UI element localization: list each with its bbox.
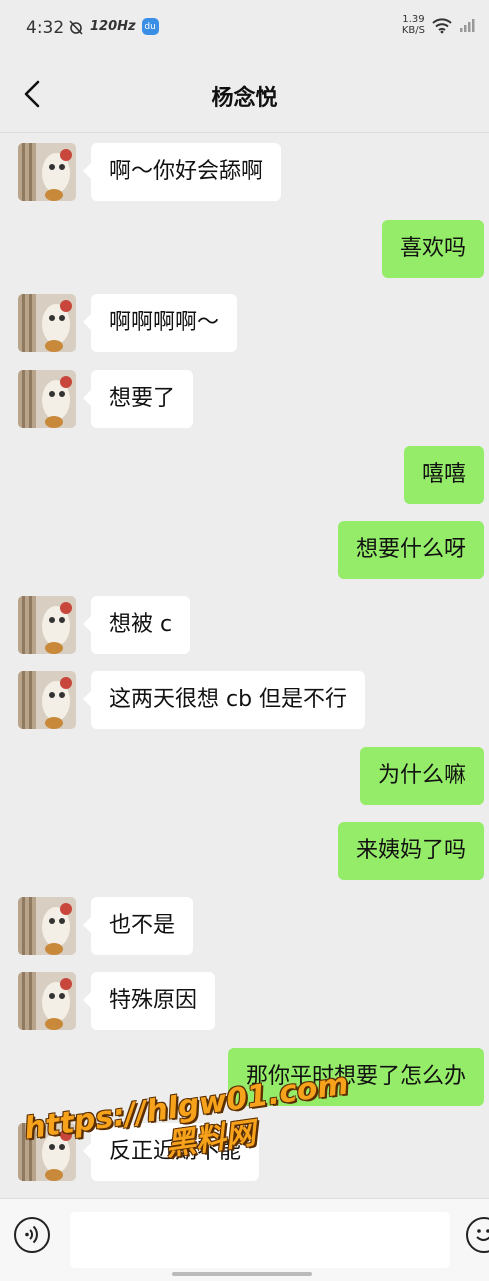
contact-avatar[interactable] [18, 294, 76, 352]
voice-icon [25, 1225, 38, 1244]
du-app-icon: du [141, 18, 159, 35]
message-sent: 嘻嘻 [403, 446, 484, 504]
message-sent: 那你平时想要了怎么办 [227, 1048, 484, 1106]
message-received: 啊啊啊啊～ [18, 294, 238, 352]
message-bubble[interactable]: 啊啊啊啊～ [82, 294, 238, 352]
contact-avatar[interactable] [18, 897, 76, 955]
contact-avatar[interactable] [18, 596, 76, 654]
message-sent: 喜欢吗 [381, 220, 484, 278]
message-sent: 想要什么呀 [337, 521, 484, 579]
network-speed: 1.39 KB/S [402, 14, 425, 36]
message-bubble[interactable]: 来姨妈了吗 [337, 822, 484, 880]
status-icons-left: 120Hz du [68, 18, 159, 35]
signal-icon [460, 19, 475, 32]
message-bubble[interactable]: 那你平时想要了怎么办 [227, 1048, 484, 1106]
message-bubble[interactable]: 也不是 [82, 897, 194, 955]
input-bar [0, 1198, 489, 1281]
message-received: 也不是 [18, 897, 194, 955]
network-speed-unit: KB/S [401, 25, 425, 36]
message-bubble[interactable]: 嘻嘻 [403, 446, 484, 504]
alarm-off-icon [69, 19, 83, 35]
message-received: 啊～你好会舔啊 [18, 143, 282, 201]
voice-input-button[interactable] [14, 1217, 50, 1253]
wifi-icon [432, 18, 452, 34]
message-bubble[interactable]: 喜欢吗 [381, 220, 484, 278]
message-bubble[interactable]: 这两天很想 cb 但是不行 [82, 671, 366, 729]
refresh-rate-badge: 120Hz [90, 19, 136, 34]
status-bar: 4:32 120Hz du 1.39 KB/S [0, 0, 489, 56]
message-bubble[interactable]: 想要了 [82, 370, 194, 428]
status-icons-right: 1.39 KB/S [402, 14, 475, 36]
message-bubble[interactable]: 想被 c [82, 596, 191, 654]
message-bubble[interactable]: 啊～你好会舔啊 [82, 143, 282, 201]
message-bubble[interactable]: 想要什么呀 [337, 521, 484, 579]
message-input[interactable] [70, 1212, 450, 1268]
message-sent: 来姨妈了吗 [337, 822, 484, 880]
contact-avatar[interactable] [18, 370, 76, 428]
home-indicator [172, 1272, 312, 1276]
message-received: 特殊原因 [18, 972, 216, 1030]
emoji-button[interactable] [466, 1217, 489, 1253]
network-speed-value: 1.39 [402, 14, 425, 25]
message-bubble[interactable]: 特殊原因 [82, 972, 216, 1030]
message-received: 反正近期不能 [18, 1123, 260, 1181]
emoji-icon [476, 1229, 489, 1241]
message-received: 想要了 [18, 370, 194, 428]
chat-header: 杨念悦 [0, 56, 489, 133]
contact-name: 杨念悦 [211, 86, 278, 111]
message-bubble[interactable]: 为什么嘛 [359, 747, 484, 805]
contact-avatar[interactable] [18, 972, 76, 1030]
message-received: 想被 c [18, 596, 191, 654]
message-sent: 为什么嘛 [359, 747, 484, 805]
contact-avatar[interactable] [18, 1123, 76, 1181]
message-bubble[interactable]: 反正近期不能 [82, 1123, 260, 1181]
status-time: 4:32 [26, 18, 65, 38]
contact-avatar[interactable] [18, 143, 76, 201]
message-received: 这两天很想 cb 但是不行 [18, 671, 366, 729]
contact-avatar[interactable] [18, 671, 76, 729]
